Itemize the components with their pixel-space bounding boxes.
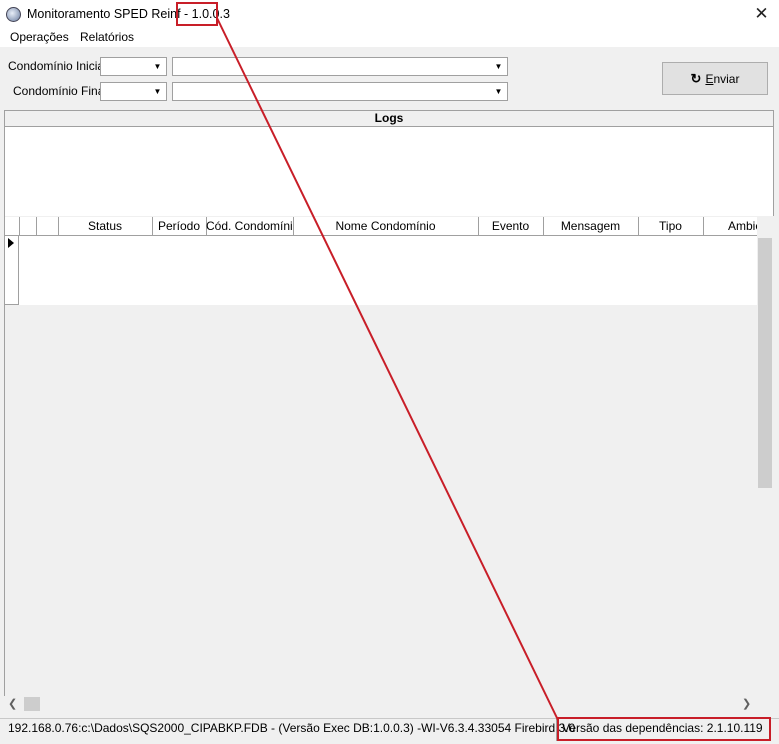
annotation-connector-line (216, 17, 559, 721)
annotation-arrow-overlay (216, 17, 559, 721)
